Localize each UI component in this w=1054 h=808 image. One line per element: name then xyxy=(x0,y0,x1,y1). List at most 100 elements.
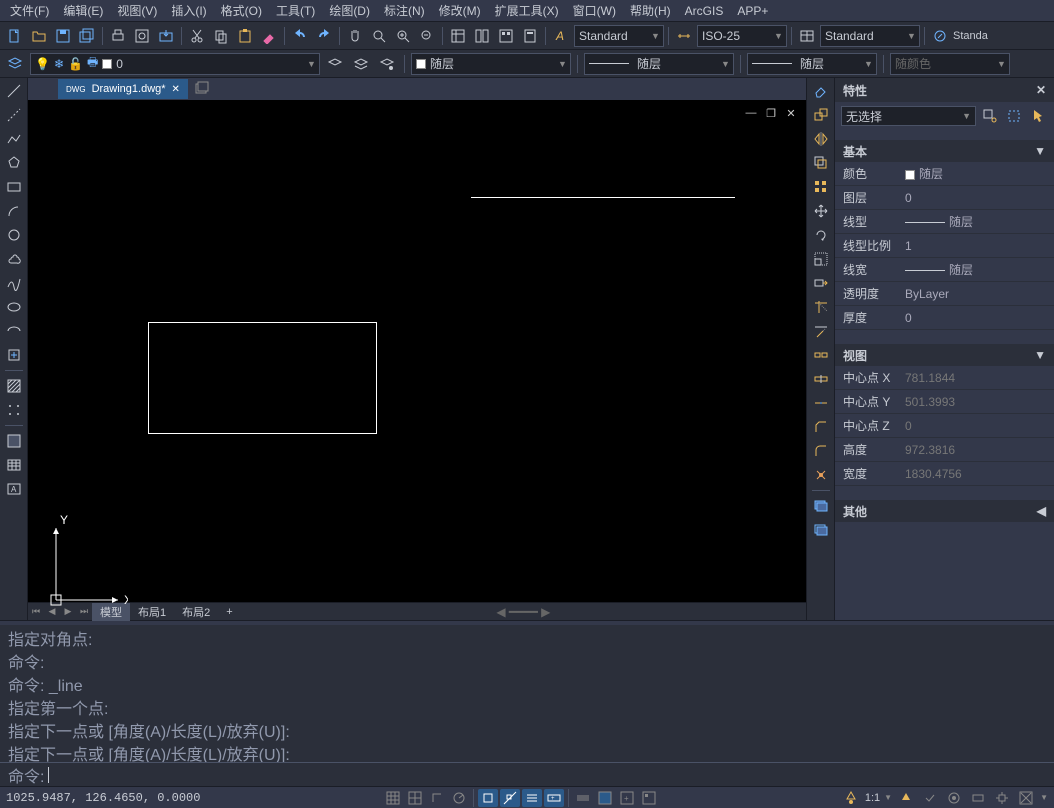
select-objects-icon[interactable] xyxy=(1004,106,1024,126)
match-properties-icon[interactable] xyxy=(258,25,280,47)
rotate-icon[interactable] xyxy=(810,224,832,246)
print-preview-icon[interactable] xyxy=(131,25,153,47)
join-icon[interactable] xyxy=(810,392,832,414)
menu-edit[interactable]: 编辑(E) xyxy=(57,0,109,21)
grid-icon[interactable] xyxy=(383,789,403,807)
copy-object-icon[interactable] xyxy=(810,104,832,126)
document-tab-active[interactable]: DWG Drawing1.dwg* ✕ xyxy=(58,79,188,99)
polygon-icon[interactable] xyxy=(3,152,25,174)
redo-icon[interactable] xyxy=(313,25,335,47)
maximize-viewport-icon[interactable]: ❐ xyxy=(764,106,778,120)
props-section-other[interactable]: 其他 ◀ xyxy=(835,500,1054,522)
quick-props-icon[interactable]: + xyxy=(617,789,637,807)
ellipse-arc-icon[interactable] xyxy=(3,320,25,342)
stretch-icon[interactable] xyxy=(810,272,832,294)
copy-icon[interactable] xyxy=(210,25,232,47)
menu-draw[interactable]: 绘图(D) xyxy=(323,0,376,21)
prop-row-lineweight[interactable]: 线宽随层 xyxy=(835,258,1054,282)
tab-layout2[interactable]: 布局2 xyxy=(174,603,218,621)
plot-style-dropdown[interactable]: 随颜色 ▼ xyxy=(890,53,1010,75)
menu-tools[interactable]: 工具(T) xyxy=(270,0,321,21)
text-icon[interactable]: A xyxy=(3,478,25,500)
chamfer-icon[interactable] xyxy=(810,416,832,438)
properties-title-bar[interactable]: 特性 ✕ xyxy=(835,78,1054,102)
mirror-icon[interactable] xyxy=(810,128,832,150)
tab-layout1[interactable]: 布局1 xyxy=(130,603,174,621)
menu-ext[interactable]: 扩展工具(X) xyxy=(489,0,565,21)
selection-dropdown[interactable]: 无选择 ▼ xyxy=(841,106,976,126)
chevron-down-icon[interactable]: ▼ xyxy=(1040,793,1048,802)
status-coordinates[interactable]: 1025.9487, 126.4650, 0.0000 xyxy=(6,791,200,805)
line-icon[interactable] xyxy=(3,80,25,102)
prop-row-color[interactable]: 颜色随层 xyxy=(835,162,1054,186)
circle-icon[interactable] xyxy=(3,224,25,246)
menu-help[interactable]: 帮助(H) xyxy=(624,0,677,21)
design-center-icon[interactable] xyxy=(471,25,493,47)
lineweight-display-icon[interactable] xyxy=(522,789,542,807)
open-file-icon[interactable] xyxy=(28,25,50,47)
hardware-accel-icon[interactable] xyxy=(968,789,988,807)
command-input-row[interactable]: 命令: xyxy=(0,762,1054,786)
close-viewport-icon[interactable]: ✕ xyxy=(784,106,798,120)
erase-icon[interactable] xyxy=(810,80,832,102)
toggle-pickadd-icon[interactable] xyxy=(1028,106,1048,126)
cycling-icon[interactable] xyxy=(573,789,593,807)
annotation-auto-icon[interactable] xyxy=(920,789,940,807)
drawn-rectangle[interactable] xyxy=(148,322,377,434)
workspace-icon[interactable] xyxy=(944,789,964,807)
dim-style-icon[interactable] xyxy=(673,25,695,47)
isolate-icon[interactable] xyxy=(992,789,1012,807)
point-icon[interactable] xyxy=(3,399,25,421)
menu-appplus[interactable]: APP+ xyxy=(731,2,774,20)
model-space-icon[interactable] xyxy=(595,789,615,807)
close-icon[interactable]: ✕ xyxy=(1036,83,1046,97)
chevron-down-icon[interactable]: ▼ xyxy=(884,793,892,802)
new-file-icon[interactable] xyxy=(4,25,26,47)
layer-dropdown[interactable]: 💡 ❄ 🔓 🖶 0 ▼ xyxy=(30,53,320,75)
calculator-icon[interactable] xyxy=(519,25,541,47)
menu-modify[interactable]: 修改(M) xyxy=(433,0,487,21)
fillet-icon[interactable] xyxy=(810,440,832,462)
layer-change-icon[interactable] xyxy=(810,519,832,541)
menu-view[interactable]: 视图(V) xyxy=(111,0,163,21)
region-icon[interactable] xyxy=(3,430,25,452)
drawn-line[interactable] xyxy=(471,197,735,198)
menu-file[interactable]: 文件(F) xyxy=(4,0,55,21)
rectangle-icon[interactable] xyxy=(3,176,25,198)
saveall-icon[interactable] xyxy=(76,25,98,47)
trim-icon[interactable] xyxy=(810,296,832,318)
ortho-icon[interactable] xyxy=(427,789,447,807)
tab-add[interactable]: + xyxy=(218,603,240,621)
annotation-visibility-icon[interactable] xyxy=(896,789,916,807)
prop-row-linetype[interactable]: 线型随层 xyxy=(835,210,1054,234)
construction-line-icon[interactable] xyxy=(3,104,25,126)
prop-row-thickness[interactable]: 厚度0 xyxy=(835,306,1054,330)
zoom-realtime-icon[interactable] xyxy=(368,25,390,47)
spline-icon[interactable] xyxy=(3,272,25,294)
prop-row-transparency[interactable]: 透明度ByLayer xyxy=(835,282,1054,306)
menu-arcgis[interactable]: ArcGIS xyxy=(679,2,730,20)
layer-stack-icon[interactable] xyxy=(810,495,832,517)
prop-row-ltscale[interactable]: 线型比例1 xyxy=(835,234,1054,258)
cut-icon[interactable] xyxy=(186,25,208,47)
properties-icon[interactable] xyxy=(447,25,469,47)
paste-icon[interactable] xyxy=(234,25,256,47)
menu-dim[interactable]: 标注(N) xyxy=(378,0,431,21)
props-section-basic[interactable]: 基本 ▼ xyxy=(835,140,1054,162)
dyn-input-icon[interactable]: + xyxy=(544,789,564,807)
print-icon[interactable] xyxy=(107,25,129,47)
layer-manager-icon[interactable] xyxy=(4,53,26,75)
offset-icon[interactable] xyxy=(810,152,832,174)
color-dropdown[interactable]: 随层 ▼ xyxy=(411,53,571,75)
break-icon[interactable] xyxy=(810,344,832,366)
command-input[interactable] xyxy=(49,766,1046,784)
layer-match-icon[interactable] xyxy=(376,53,398,75)
menu-format[interactable]: 格式(O) xyxy=(215,0,268,21)
menu-window[interactable]: 窗口(W) xyxy=(567,0,622,21)
layer-states-icon[interactable] xyxy=(350,53,372,75)
text-style-dropdown[interactable]: Standard▼ xyxy=(574,25,664,47)
linetype-dropdown[interactable]: 随层 ▼ xyxy=(584,53,734,75)
extend-icon[interactable] xyxy=(810,320,832,342)
undo-icon[interactable] xyxy=(289,25,311,47)
revcloud-icon[interactable] xyxy=(3,248,25,270)
